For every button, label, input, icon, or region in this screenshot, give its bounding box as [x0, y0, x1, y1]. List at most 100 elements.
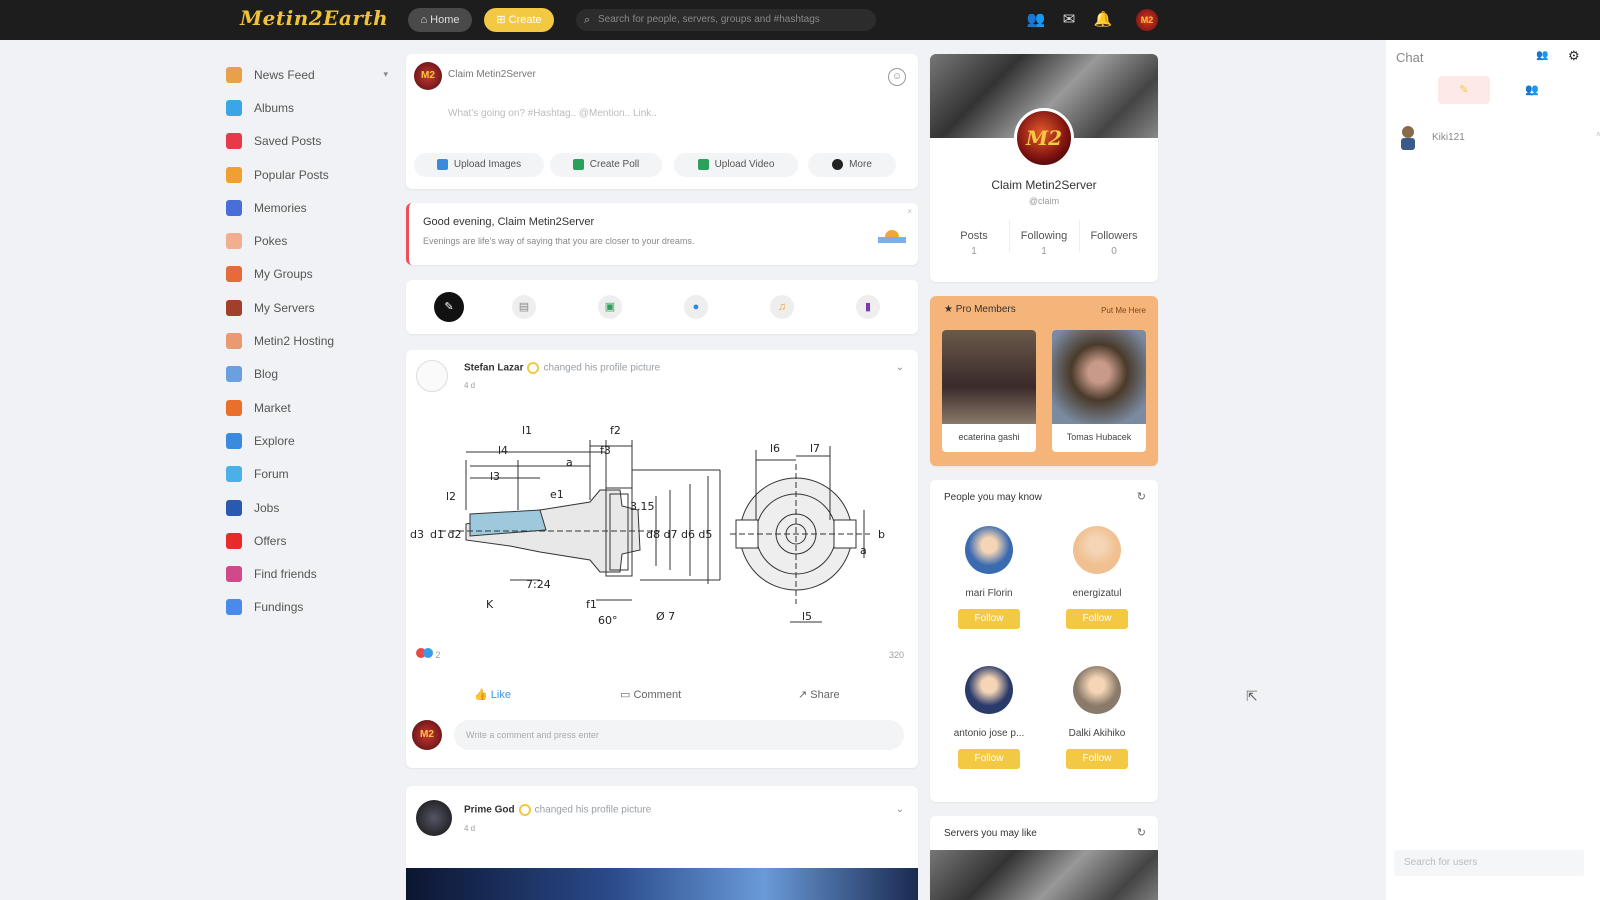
video-upload-icon — [697, 158, 709, 170]
create-button[interactable]: ⊞ Create — [484, 8, 554, 32]
messages-icon[interactable]: ✉ — [1059, 10, 1079, 30]
chat-search-input[interactable]: Search for users — [1394, 850, 1584, 876]
sidebar-item-label: Jobs — [254, 500, 280, 515]
suggested-person[interactable]: Dalki Akihiko Follow — [1050, 666, 1144, 769]
person-name[interactable]: mari Florin — [942, 588, 1036, 599]
chat-scrollbar[interactable]: ˄ — [1596, 130, 1600, 142]
reactions[interactable]: 2 — [416, 648, 441, 660]
person-avatar[interactable] — [1073, 526, 1121, 574]
profile-card: M2 Claim Metin2Server @claim Posts 1 Foll… — [930, 54, 1158, 282]
post-author-name[interactable]: Stefan Lazar — [464, 363, 523, 374]
sidebar-item-news-feed[interactable]: News Feed ▾ — [226, 58, 396, 91]
sidebar-item-jobs[interactable]: Jobs — [226, 491, 396, 524]
gear-icon[interactable]: ⚙ — [1568, 48, 1580, 64]
composer-action-upload-video[interactable]: Upload Video — [674, 153, 798, 177]
stat-followers[interactable]: Followers 0 — [1084, 230, 1144, 257]
refresh-icon[interactable]: ↻ — [1137, 490, 1146, 503]
person-avatar[interactable] — [965, 666, 1013, 714]
search-input[interactable]: ⌕ Search for people, servers, groups and … — [576, 9, 876, 31]
chat-tab-users[interactable]: ✎ — [1438, 76, 1490, 104]
person-avatar[interactable] — [965, 526, 1013, 574]
groups-tab-icon: 👥 — [1525, 84, 1539, 96]
friend-requests-icon[interactable]: 👥 — [1026, 10, 1046, 30]
pro-member-card[interactable]: ecaterina gashi — [942, 330, 1036, 452]
comment-button[interactable]: ▭ Comment — [620, 688, 681, 701]
person-name[interactable]: antonio jose p... — [942, 728, 1036, 739]
greeting-title: Good evening, Claim Metin2Server — [423, 216, 595, 228]
sidebar-item-memories[interactable]: Memories — [226, 191, 396, 224]
suggested-person[interactable]: antonio jose p... Follow — [942, 666, 1036, 769]
chevron-down-icon[interactable]: ⌄ — [896, 804, 904, 815]
follow-button[interactable]: Follow — [958, 609, 1020, 629]
chevron-down-icon[interactable]: ▾ — [383, 69, 388, 80]
follow-button[interactable]: Follow — [1066, 749, 1128, 769]
sidebar-item-market[interactable]: Market — [226, 391, 396, 424]
sidebar-item-forum[interactable]: Forum — [226, 458, 396, 491]
notifications-icon[interactable]: 🔔 — [1093, 10, 1113, 30]
person-name[interactable]: Dalki Akihiko — [1050, 728, 1144, 739]
sidebar-item-saved-posts[interactable]: Saved Posts — [226, 125, 396, 158]
stat-value: 1 — [971, 246, 977, 257]
sidebar-item-fundings[interactable]: Fundings — [226, 591, 396, 624]
follow-button[interactable]: Follow — [958, 749, 1020, 769]
profile-avatar[interactable]: M2 — [1014, 108, 1074, 168]
stat-following[interactable]: Following 1 — [1014, 230, 1074, 257]
post-image[interactable] — [406, 868, 918, 900]
search-icon: ⌕ — [584, 14, 591, 26]
emoji-icon[interactable]: ☺ — [888, 68, 906, 86]
like-button[interactable]: 👍 Like — [474, 688, 511, 701]
comment-label: Comment — [633, 689, 682, 701]
sidebar-item-my-groups[interactable]: My Groups — [226, 258, 396, 291]
sidebar-item-label: Forum — [254, 467, 289, 482]
post-author-name[interactable]: Prime God — [464, 805, 515, 816]
online-users-icon[interactable]: 👥 — [1536, 50, 1548, 61]
stat-posts[interactable]: Posts 1 — [944, 230, 1004, 257]
sidebar-item-pokes[interactable]: Pokes — [226, 224, 396, 257]
sidebar-item-offers[interactable]: Offers — [226, 524, 396, 557]
music-icon[interactable]: ♫ — [770, 295, 794, 319]
refresh-icon[interactable]: ↻ — [1137, 826, 1146, 839]
chat-tab-groups[interactable]: 👥 — [1506, 76, 1558, 104]
composer-action-upload-images[interactable]: Upload Images — [414, 153, 544, 177]
pro-member-card[interactable]: Tomas Hubacek — [1052, 330, 1146, 452]
dim-label-l3: l3 — [490, 470, 500, 483]
post-image[interactable]: l1 f2 l4 f3 a l3 l2 e1 3.15 d3 d1 d2 d8 … — [410, 410, 910, 640]
user-avatar[interactable]: M2 — [1136, 9, 1158, 31]
suggested-person[interactable]: mari Florin Follow — [942, 526, 1036, 629]
person-avatar[interactable] — [1073, 666, 1121, 714]
sidebar-item-explore[interactable]: Explore — [226, 424, 396, 457]
chat-user-item[interactable]: Kiki121 — [1396, 124, 1596, 154]
post-author-avatar[interactable] — [416, 360, 448, 392]
popular-icon — [226, 166, 242, 183]
home-button[interactable]: ⌂ Home — [408, 8, 472, 32]
share-button[interactable]: ↗ Share — [798, 688, 840, 701]
suggested-person[interactable]: energizatul Follow — [1050, 526, 1144, 629]
file-icon[interactable]: ▮ — [856, 295, 880, 319]
sidebar-item-metin2-hosting[interactable]: Metin2 Hosting — [226, 324, 396, 357]
sidebar-item-popular-posts[interactable]: Popular Posts — [226, 158, 396, 191]
text-post-icon[interactable]: ✎ — [434, 292, 464, 322]
sidebar-item-my-servers[interactable]: My Servers — [226, 291, 396, 324]
chevron-down-icon[interactable]: ⌄ — [896, 362, 904, 373]
dim-label-b: b — [878, 528, 885, 541]
video-icon[interactable]: ● — [684, 295, 708, 319]
composer-input[interactable]: What's going on? #Hashtag.. @Mention.. L… — [448, 108, 657, 119]
profile-name[interactable]: Claim Metin2Server — [930, 178, 1158, 192]
sidebar-item-albums[interactable]: Albums — [226, 91, 396, 124]
comment-input[interactable]: Write a comment and press enter — [454, 720, 904, 750]
follow-button[interactable]: Follow — [1066, 609, 1128, 629]
divider — [1079, 220, 1080, 252]
server-image[interactable] — [930, 850, 1158, 900]
gif-icon[interactable]: ▤ — [512, 295, 536, 319]
close-icon[interactable]: × — [907, 207, 912, 216]
composer-action-create-poll[interactable]: Create Poll — [550, 153, 662, 177]
more-icon — [832, 158, 844, 170]
sidebar-item-blog[interactable]: Blog — [226, 358, 396, 391]
composer-action-more[interactable]: More — [808, 153, 896, 177]
sidebar-item-find-friends[interactable]: Find friends — [226, 557, 396, 590]
put-me-here-link[interactable]: Put Me Here — [1101, 306, 1146, 315]
site-logo[interactable]: Metin2Earth — [240, 6, 388, 30]
post-author-avatar[interactable] — [416, 800, 452, 836]
image-icon[interactable]: ▣ — [598, 295, 622, 319]
person-name[interactable]: energizatul — [1050, 588, 1144, 599]
